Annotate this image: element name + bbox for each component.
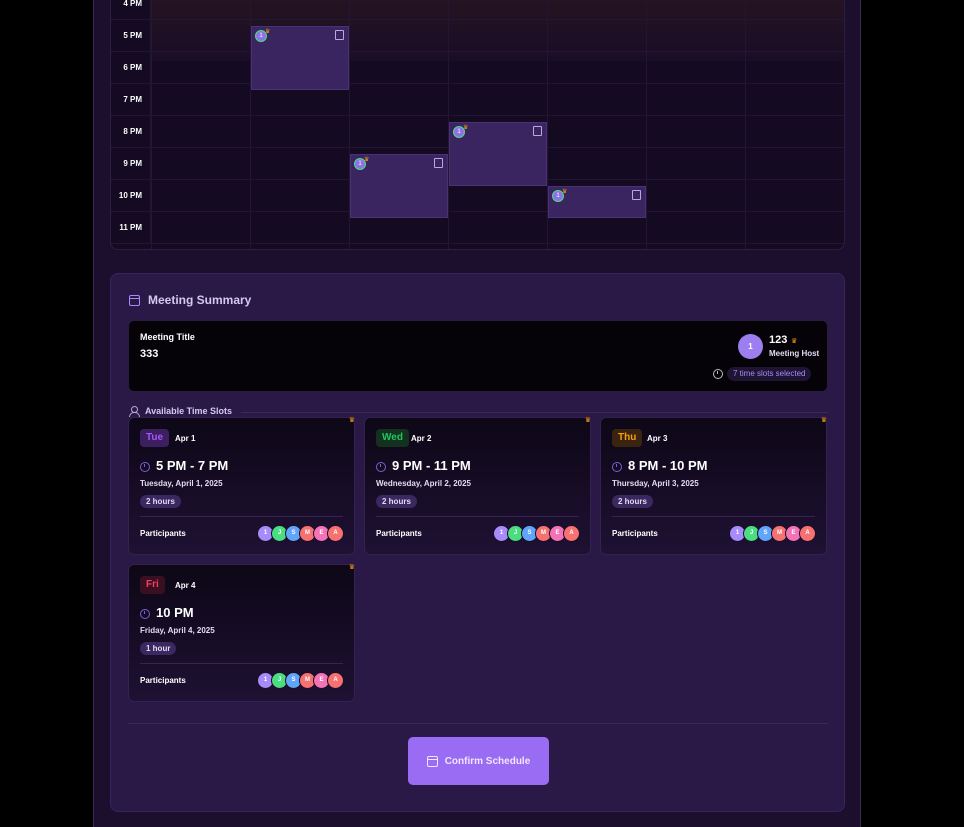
week-calendar-grid: 4 PM 5 PM 6 PM 7 PM 8 PM 9 PM 10 PM 11 PM 1 ♛ 1…: [110, 0, 845, 250]
date-short: Apr 2: [411, 434, 432, 443]
participant-avatar: A: [563, 525, 580, 542]
trash-icon[interactable]: [533, 126, 542, 136]
participants-label: Participants: [612, 529, 658, 538]
meeting-summary: Meeting Summary Meeting Title 333 1 123 …: [110, 273, 845, 812]
crown-icon: ♛: [562, 189, 568, 195]
calendar-icon: [129, 294, 140, 306]
meeting-title-label: Meeting Title: [140, 332, 195, 342]
day-badge: Wed: [376, 429, 409, 447]
crown-icon: ♛: [820, 417, 827, 424]
day-badge: Tue: [140, 429, 170, 447]
summary-title: Meeting Summary: [148, 293, 252, 307]
host-role: Meeting Host: [769, 349, 820, 358]
available-slots-header: Available Time Slots: [129, 406, 233, 417]
crown-icon: ♛: [265, 29, 271, 35]
time-label: 10 PM: [111, 180, 151, 212]
participants-label: Participants: [140, 529, 186, 538]
users-icon: [129, 406, 140, 417]
calendar-slot-fri[interactable]: 1 ♛: [548, 186, 646, 218]
participant-avatars: 1JSMEA: [257, 525, 344, 542]
crown-icon: ♛: [463, 125, 469, 131]
host-name: 123: [769, 334, 788, 346]
crown-icon: ♛: [348, 417, 355, 424]
time-label: 9 PM: [111, 148, 151, 180]
calendar-row: 5 PM: [111, 20, 844, 52]
host-avatar: 1: [738, 334, 763, 359]
duration-badge: 2 hours: [612, 495, 653, 508]
divider: [140, 516, 343, 517]
date-long: Tuesday, April 1, 2025: [140, 479, 223, 488]
participant-avatars: 1JSMEA: [493, 525, 580, 542]
time-label: 5 PM: [111, 20, 151, 52]
confirm-schedule-button[interactable]: Confirm Schedule: [408, 737, 549, 785]
clock-icon: [140, 609, 150, 619]
time-slot-card[interactable]: ♛ Tue Apr 1 5 PM - 7 PM Tuesday, April 1…: [128, 417, 355, 555]
time-label: 8 PM: [111, 116, 151, 148]
clock-icon: [140, 462, 150, 472]
participant-avatar: A: [799, 525, 816, 542]
slots-selected-badge: 7 time slots selected: [727, 367, 812, 381]
crown-icon: ♛: [348, 564, 355, 571]
date-short: Apr 3: [647, 434, 668, 443]
time-slot-card[interactable]: ♛ Thu Apr 3 8 PM - 10 PM Thursday, April…: [600, 417, 827, 555]
date-long: Wednesday, April 2, 2025: [376, 479, 472, 488]
time-label: 7 PM: [111, 84, 151, 116]
time-label: 6 PM: [111, 52, 151, 84]
date-long: Friday, April 4, 2025: [140, 626, 215, 635]
divider: [612, 516, 815, 517]
crown-icon: ♛: [364, 157, 370, 163]
clock-icon: [612, 462, 622, 472]
calendar-slot-tue[interactable]: 1 ♛: [251, 26, 349, 90]
date-short: Apr 4: [175, 581, 196, 590]
crown-icon: ♛: [791, 338, 798, 345]
divider: [376, 516, 579, 517]
participants-label: Participants: [376, 529, 422, 538]
date-short: Apr 1: [175, 434, 196, 443]
day-badge: Fri: [140, 576, 165, 594]
duration-badge: 2 hours: [140, 495, 181, 508]
participant-avatars: 1JSMEA: [729, 525, 816, 542]
calendar-row: 7 PM: [111, 84, 844, 116]
scheduler-panel: 4 PM 5 PM 6 PM 7 PM 8 PM 9 PM 10 PM 11 PM 1 ♛ 1…: [93, 0, 861, 827]
participants-label: Participants: [140, 676, 186, 685]
date-long: Thursday, April 3, 2025: [612, 479, 699, 488]
day-badge: Thu: [612, 429, 643, 447]
crown-icon: ♛: [584, 417, 591, 424]
time-range: 5 PM - 7 PM: [156, 458, 229, 473]
calendar-slot-wed[interactable]: 1 ♛: [350, 154, 448, 218]
time-label: 4 PM: [111, 0, 151, 20]
time-slot-card[interactable]: ♛ Wed Apr 2 9 PM - 11 PM Wednesday, Apri…: [364, 417, 591, 555]
trash-icon[interactable]: [434, 158, 443, 168]
duration-badge: 2 hours: [376, 495, 417, 508]
confirm-label: Confirm Schedule: [444, 755, 531, 767]
time-range: 10 PM: [156, 605, 194, 620]
calendar-row: 11 PM: [111, 212, 844, 244]
time-label: 11 PM: [111, 212, 151, 244]
meeting-title-value: 333: [140, 348, 159, 360]
time-range: 9 PM - 11 PM: [392, 458, 471, 473]
trash-icon[interactable]: [632, 190, 641, 200]
time-slot-card[interactable]: ♛ Fri Apr 4 10 PM Friday, April 4, 2025 …: [128, 564, 355, 702]
available-slots-label: Available Time Slots: [145, 406, 233, 416]
participant-avatar: A: [327, 672, 344, 689]
calendar-row: 4 PM: [111, 0, 844, 20]
calendar-icon: [426, 755, 438, 767]
duration-badge: 1 hour: [140, 642, 177, 655]
divider: [241, 412, 828, 413]
clock-icon: [376, 462, 386, 472]
time-range: 8 PM - 10 PM: [628, 458, 708, 473]
calendar-slot-thu[interactable]: 1 ♛: [449, 122, 547, 186]
clock-icon: [713, 369, 723, 379]
trash-icon[interactable]: [335, 30, 344, 40]
calendar-row: 6 PM: [111, 52, 844, 84]
participant-avatar: A: [327, 525, 344, 542]
divider: [140, 663, 343, 664]
meeting-info-box: Meeting Title 333 1 123 ♛ Meeting Host 7…: [128, 320, 828, 392]
participant-avatars: 1JSMEA: [257, 672, 344, 689]
summary-header: Meeting Summary: [129, 293, 251, 307]
divider: [128, 723, 828, 724]
